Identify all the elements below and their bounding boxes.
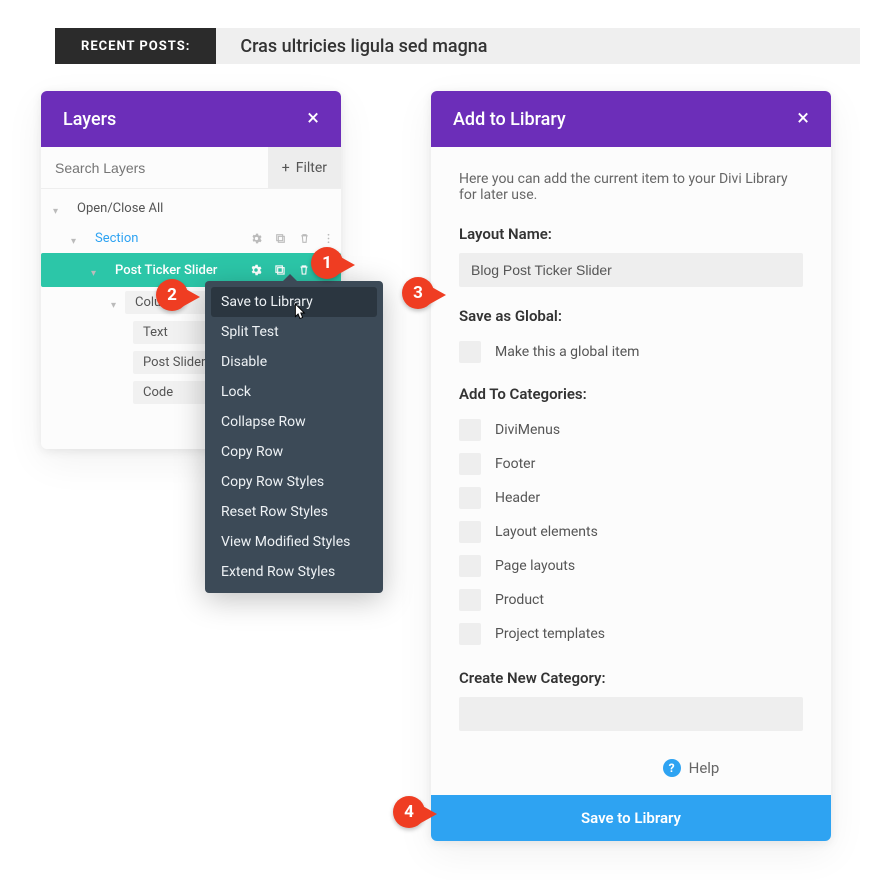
plus-icon: + <box>282 160 290 176</box>
category-row[interactable]: DiviMenus <box>459 413 803 447</box>
category-row[interactable]: Footer <box>459 447 803 481</box>
checkbox[interactable] <box>459 487 481 509</box>
category-row[interactable]: Project templates <box>459 617 803 651</box>
lib-panel-header: Add to Library × <box>431 91 831 147</box>
add-to-library-panel: Add to Library × Here you can add the cu… <box>431 91 831 841</box>
open-close-all[interactable]: Open/Close All <box>41 193 341 223</box>
checkbox[interactable] <box>459 589 481 611</box>
lib-intro-text: Here you can add the current item to you… <box>459 171 803 203</box>
category-row[interactable]: Page layouts <box>459 549 803 583</box>
help-icon: ? <box>663 759 681 777</box>
layers-panel-title: Layers <box>63 109 116 130</box>
context-menu: Save to Library Split Test Disable Lock … <box>205 281 383 593</box>
category-row[interactable]: Product <box>459 583 803 617</box>
chevron-down-icon <box>111 297 121 307</box>
close-icon[interactable]: × <box>307 108 319 130</box>
chevron-down-icon <box>71 233 81 243</box>
more-icon[interactable] <box>321 263 335 277</box>
ctx-view-modified-styles[interactable]: View Modified Styles <box>211 527 377 557</box>
layers-panel-header: Layers × <box>41 91 341 147</box>
ctx-lock[interactable]: Lock <box>211 377 377 407</box>
row-label: Post Ticker Slider <box>105 259 243 282</box>
marker-number: 3 <box>402 277 434 309</box>
filter-label: Filter <box>296 160 327 176</box>
category-row[interactable]: Layout elements <box>459 515 803 549</box>
category-label: Project templates <box>495 626 605 642</box>
open-close-all-label: Open/Close All <box>67 197 335 220</box>
marker-number: 4 <box>393 796 425 828</box>
global-checkbox-row[interactable]: Make this a global item <box>459 335 803 369</box>
checkbox[interactable] <box>459 453 481 475</box>
section-label: Section <box>85 227 243 250</box>
gear-icon[interactable] <box>249 263 263 277</box>
filter-button[interactable]: + Filter <box>268 147 341 188</box>
category-label: Header <box>495 490 540 506</box>
recent-post-title[interactable]: Cras ultricies ligula sed magna <box>216 36 487 57</box>
layers-toolbar: + Filter <box>41 147 341 189</box>
ctx-reset-row-styles[interactable]: Reset Row Styles <box>211 497 377 527</box>
categories-list: DiviMenus Footer Header Layout elements … <box>459 413 803 651</box>
ctx-extend-row-styles[interactable]: Extend Row Styles <box>211 557 377 587</box>
section-actions <box>249 231 335 245</box>
recent-posts-label: RECENT POSTS: <box>55 28 216 64</box>
checkbox[interactable] <box>459 521 481 543</box>
duplicate-icon[interactable] <box>273 231 287 245</box>
category-label: Layout elements <box>495 524 598 540</box>
trash-icon[interactable] <box>297 263 311 277</box>
ctx-split-test[interactable]: Split Test <box>211 317 377 347</box>
add-categories-label: Add To Categories: <box>459 385 803 403</box>
chevron-down-icon <box>91 265 101 275</box>
category-label: Footer <box>495 456 535 472</box>
checkbox[interactable] <box>459 555 481 577</box>
checkbox[interactable] <box>459 419 481 441</box>
checkbox[interactable] <box>459 341 481 363</box>
ctx-copy-row-styles[interactable]: Copy Row Styles <box>211 467 377 497</box>
layout-name-input[interactable] <box>459 253 803 287</box>
search-input[interactable] <box>41 147 268 188</box>
help-label: Help <box>689 759 720 777</box>
ctx-collapse-row[interactable]: Collapse Row <box>211 407 377 437</box>
more-icon[interactable] <box>321 231 335 245</box>
ctx-disable[interactable]: Disable <box>211 347 377 377</box>
ctx-copy-row[interactable]: Copy Row <box>211 437 377 467</box>
category-row[interactable]: Header <box>459 481 803 515</box>
category-label: DiviMenus <box>495 422 560 438</box>
global-checkbox-label: Make this a global item <box>495 344 639 360</box>
chevron-down-icon <box>53 203 63 213</box>
lib-panel-title: Add to Library <box>453 109 566 130</box>
ctx-save-to-library[interactable]: Save to Library <box>211 287 377 317</box>
save-to-library-button[interactable]: Save to Library <box>431 795 831 841</box>
category-label: Product <box>495 592 544 608</box>
close-icon[interactable]: × <box>797 108 809 130</box>
save-global-label: Save as Global: <box>459 307 803 325</box>
gear-icon[interactable] <box>249 231 263 245</box>
trash-icon[interactable] <box>297 231 311 245</box>
help-row[interactable]: ? Help <box>579 759 803 777</box>
create-category-input[interactable] <box>459 697 803 731</box>
create-category-label: Create New Category: <box>459 669 803 687</box>
category-label: Page layouts <box>495 558 575 574</box>
section-row[interactable]: Section <box>41 223 341 253</box>
lib-panel-body: Here you can add the current item to you… <box>431 147 831 795</box>
recent-posts-bar: RECENT POSTS: Cras ultricies ligula sed … <box>55 28 860 64</box>
layout-name-label: Layout Name: <box>459 225 803 243</box>
checkbox[interactable] <box>459 623 481 645</box>
